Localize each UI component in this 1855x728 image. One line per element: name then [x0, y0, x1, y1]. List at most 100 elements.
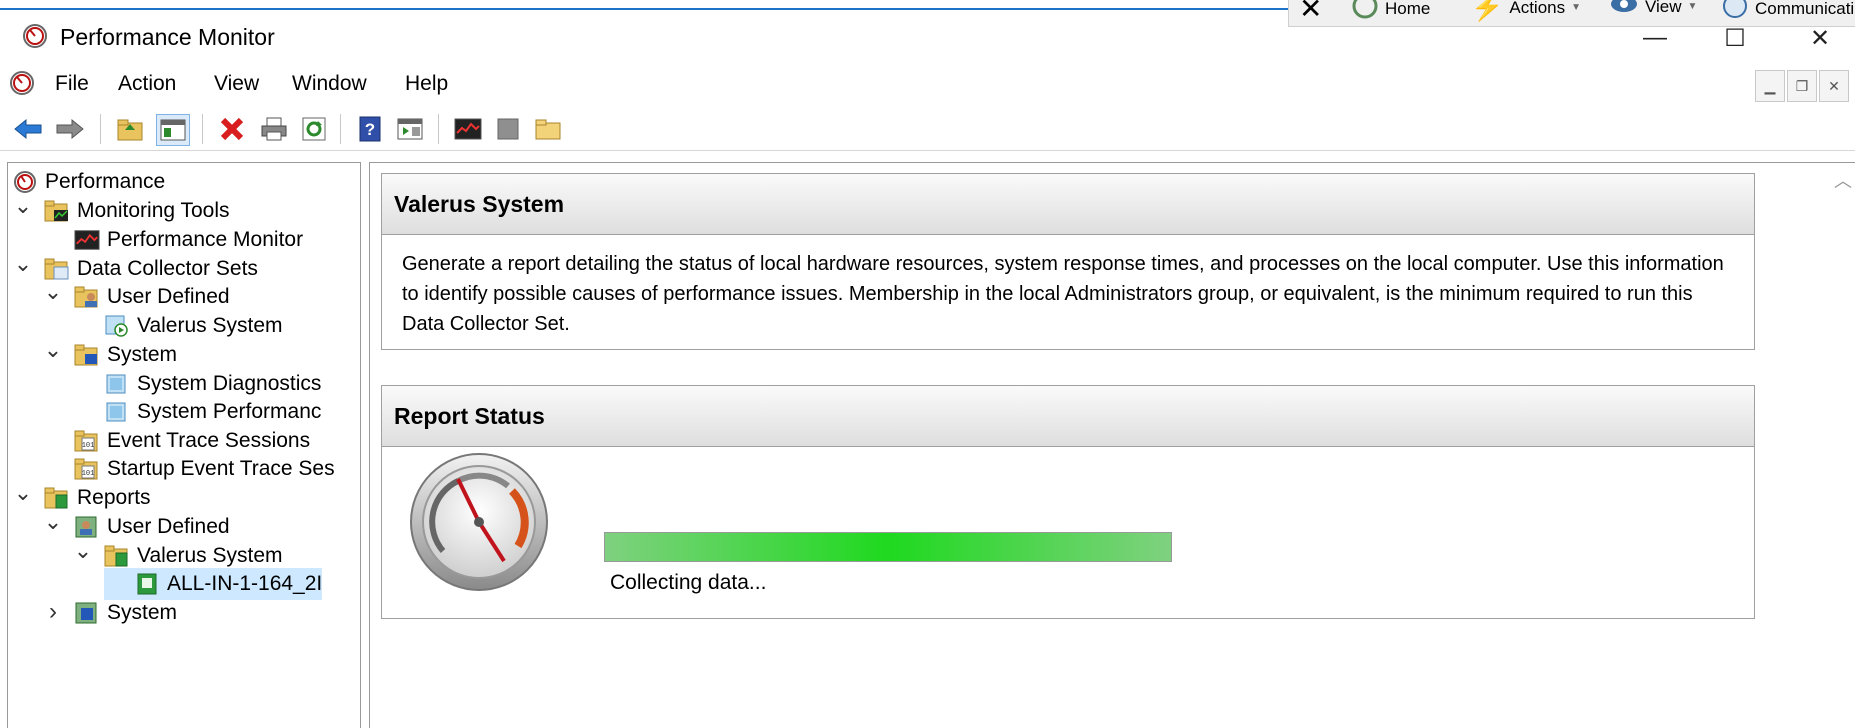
folder-icon: [535, 119, 561, 140]
window-title: Performance Monitor: [60, 24, 275, 50]
tree-item[interactable]: Performance Monitor: [44, 224, 303, 256]
collector-set-running-icon: [104, 313, 130, 339]
overlay-actions[interactable]: ⚡ Actions ▼: [1471, 0, 1581, 23]
print-button[interactable]: [258, 114, 290, 144]
report-progress-bar: [604, 532, 1172, 562]
help-button[interactable]: ?: [354, 114, 386, 144]
performance-monitor-window: Performance Monitor — ☐ ✕ ✕ Home ⚡ Actio…: [0, 0, 1855, 728]
tree-item-label: Valerus System: [137, 544, 283, 567]
show-action-pane-button[interactable]: [394, 114, 426, 144]
report-status-text: Collecting data...: [610, 571, 767, 594]
show-hide-console-tree-button[interactable]: [156, 114, 190, 146]
overlay-home[interactable]: Home: [1351, 0, 1430, 25]
report-icon: [134, 571, 160, 597]
description-panel-title: Valerus System: [382, 174, 1754, 235]
tree-item[interactable]: ⌄ System: [44, 337, 177, 371]
report-progress-fill: [605, 533, 1171, 561]
tree-item-label: Data Collector Sets: [77, 257, 258, 280]
perfmon-icon: [12, 169, 38, 195]
lightning-icon: ⚡: [1471, 0, 1504, 22]
trace-icon: 101: [74, 428, 100, 454]
tree-item[interactable]: ⌄ Monitoring Tools: [14, 193, 230, 227]
tree-item[interactable]: System Performanc: [74, 396, 321, 428]
help-icon: ?: [359, 116, 381, 142]
toolbar-separator: [202, 114, 203, 144]
report-status-panel: Report Status: [381, 385, 1755, 619]
tree-item-label: Valerus System: [137, 314, 283, 337]
collector-set-icon: [104, 399, 130, 425]
delete-icon: [220, 117, 244, 141]
folder-reports-icon: [44, 485, 70, 511]
refresh-button[interactable]: [298, 114, 330, 144]
mdi-close-button[interactable]: ✕: [1819, 70, 1849, 102]
folder-user-icon: [74, 284, 100, 310]
delete-button[interactable]: [216, 114, 248, 144]
chevron-down-icon: ▼: [1687, 1, 1698, 12]
tree-item[interactable]: Valerus System: [74, 310, 283, 342]
performance-monitor-button[interactable]: [452, 114, 484, 144]
overlay-close[interactable]: ✕: [1299, 0, 1322, 25]
toolbar: ?: [0, 108, 1855, 151]
new-folder-button[interactable]: [532, 114, 564, 144]
perfmon-icon[interactable]: [22, 23, 48, 54]
chevron-down-icon[interactable]: ⌄: [14, 480, 32, 505]
tree-item[interactable]: ⌄ User Defined: [44, 509, 230, 543]
mdi-controls: ▁ ❐ ✕: [1755, 70, 1849, 102]
description-panel: Valerus System Generate a report detaili…: [381, 173, 1755, 350]
overlay-view[interactable]: View ▼: [1609, 0, 1697, 21]
chevron-down-icon[interactable]: ⌄: [44, 337, 62, 362]
action-pane-icon: [397, 118, 423, 140]
up-folder-button[interactable]: [114, 114, 146, 144]
stop-icon: [497, 118, 519, 140]
perfmon-icon[interactable]: [9, 70, 35, 101]
mdi-minimize-button[interactable]: ▁: [1755, 70, 1785, 102]
printer-icon: [261, 117, 287, 141]
menu-file[interactable]: File: [55, 72, 89, 96]
tree-item[interactable]: ⌄ User Defined: [44, 279, 230, 313]
tree-item-label: System Performanc: [137, 400, 322, 423]
overlay-communications[interactable]: Communicati: [1721, 0, 1854, 25]
collector-set-icon: [104, 371, 130, 397]
toolbar-separator: [100, 114, 101, 144]
tree-item[interactable]: › System: [44, 597, 177, 629]
folder-up-icon: [117, 119, 143, 141]
console-tree: Performance ⌄ Monitoring Tools Performance …: [7, 162, 361, 728]
chevron-down-icon[interactable]: ⌄: [14, 193, 32, 218]
mdi-restore-button[interactable]: ❐: [1787, 70, 1817, 102]
chart-monitor-icon: [454, 118, 482, 140]
tree-item[interactable]: 101 Startup Event Trace Ses: [44, 453, 335, 485]
toolbar-separator: [438, 114, 439, 144]
tree-item-label: System Diagnostics: [137, 372, 322, 395]
back-button[interactable]: [12, 114, 44, 144]
overlay-communications-label: Communicati: [1755, 0, 1855, 18]
chevron-down-icon[interactable]: ⌄: [14, 251, 32, 276]
vertical-scrollbar[interactable]: ︿: [1830, 163, 1855, 728]
tree-item[interactable]: Performance: [12, 166, 165, 198]
menu-view[interactable]: View: [214, 72, 259, 96]
chevron-down-icon[interactable]: ⌄: [44, 509, 62, 534]
tree-item[interactable]: ⌄ Reports: [14, 480, 151, 514]
tree-item-label: User Defined: [107, 285, 230, 308]
tree-item-label: System: [107, 601, 178, 624]
tree-item-label: Performance Monitor: [107, 228, 304, 251]
chevron-down-icon[interactable]: ⌄: [74, 538, 92, 563]
phone-icon: [1721, 0, 1749, 25]
forward-button[interactable]: [54, 114, 86, 144]
tree-item-label: ALL-IN-1-164_2I: [167, 572, 323, 595]
folder-chart-icon: [44, 198, 70, 224]
menu-action[interactable]: Action: [118, 72, 176, 96]
overlay-toolbar: ✕ Home ⚡ Actions ▼ View ▼ Communicati: [1288, 0, 1855, 27]
menu-window[interactable]: Window: [292, 72, 367, 96]
tree-item[interactable]: ALL-IN-1-164_2I: [104, 568, 323, 600]
menu-help[interactable]: Help: [405, 72, 448, 96]
tree-item-label: Monitoring Tools: [77, 199, 230, 222]
chart-monitor-icon: [74, 227, 100, 253]
chevron-down-icon[interactable]: ⌄: [44, 279, 62, 304]
report-status-title: Report Status: [382, 386, 1754, 447]
chevron-right-icon[interactable]: ›: [44, 598, 62, 625]
stop-button[interactable]: [492, 114, 524, 144]
scroll-up-icon[interactable]: ︿: [1834, 167, 1852, 193]
chevron-down-icon: ▼: [1571, 2, 1582, 13]
tree-item-label: Event Trace Sessions: [107, 429, 311, 452]
home-icon: [1351, 0, 1379, 25]
